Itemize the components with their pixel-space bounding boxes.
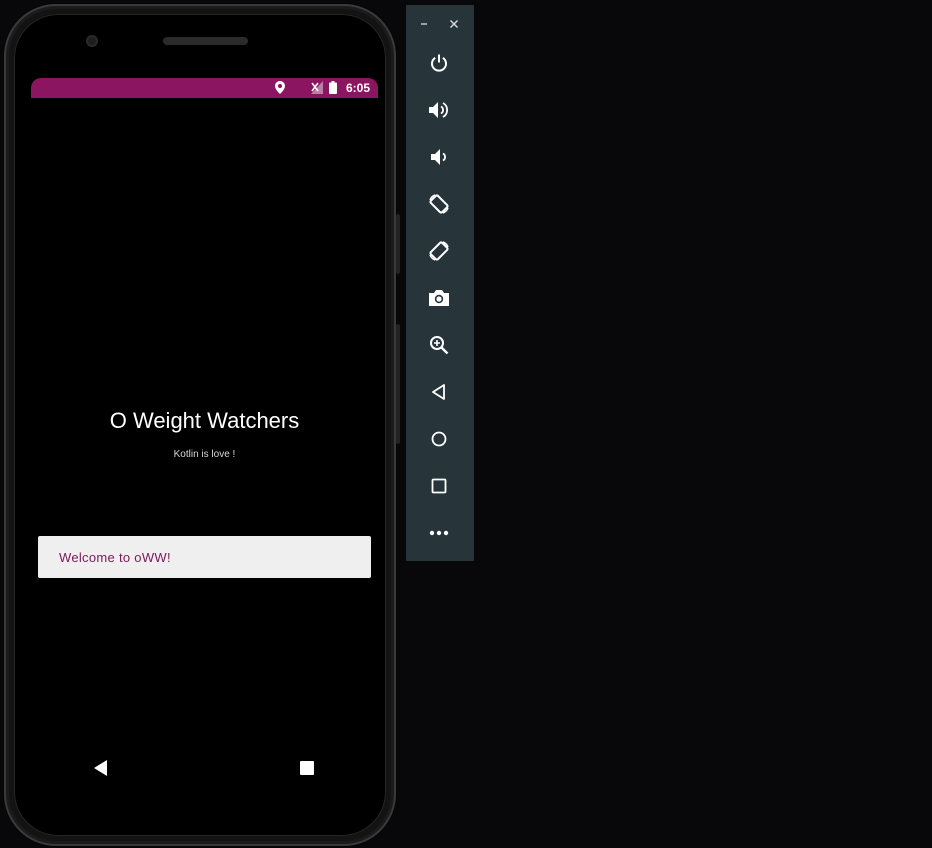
device-screen: 6:05 O Weight Watchers Kotlin is love ! …: [31, 78, 378, 800]
back-icon: [94, 760, 108, 776]
status-time: 6:05: [345, 81, 370, 95]
welcome-button[interactable]: Welcome to oWW!: [38, 536, 371, 578]
volume-up-button[interactable]: [426, 97, 452, 123]
desktop-background: 6:05 O Weight Watchers Kotlin is love ! …: [0, 0, 932, 848]
location-icon: [275, 81, 285, 94]
nav-recents-button[interactable]: [297, 758, 317, 778]
camera-icon: [428, 288, 450, 308]
screenshot-button[interactable]: [426, 285, 452, 311]
recents-icon: [300, 761, 314, 775]
minimize-icon: [419, 19, 429, 29]
home-button[interactable]: [426, 426, 452, 452]
rotate-left-button[interactable]: [426, 191, 452, 217]
battery-icon: [329, 81, 337, 94]
app-subtitle: Kotlin is love !: [173, 449, 236, 460]
more-button[interactable]: [426, 520, 452, 546]
earpiece-speaker: [163, 37, 248, 45]
status-bar: 6:05: [31, 78, 378, 98]
power-button[interactable]: [426, 50, 452, 76]
rotate-right-button[interactable]: [426, 238, 452, 264]
rotate-right-icon: [428, 240, 450, 262]
navigation-bar: [31, 744, 378, 792]
emulator-toolbar: [406, 5, 474, 561]
back-icon: [431, 383, 447, 401]
overview-icon: [430, 477, 448, 495]
zoom-icon: [429, 335, 449, 355]
back-button[interactable]: [426, 379, 452, 405]
zoom-button[interactable]: [426, 332, 452, 358]
minimize-button[interactable]: [414, 14, 434, 34]
rotate-left-icon: [428, 193, 450, 215]
overview-button[interactable]: [426, 473, 452, 499]
home-icon: [430, 430, 448, 448]
volume-up-icon: [428, 100, 450, 120]
close-icon: [449, 19, 459, 29]
device-volume-key[interactable]: [396, 324, 400, 444]
nav-back-button[interactable]: [91, 758, 111, 778]
more-icon: [429, 530, 449, 536]
volume-down-button[interactable]: [426, 144, 452, 170]
device-power-key[interactable]: [396, 214, 400, 274]
volume-down-icon: [430, 147, 448, 167]
front-camera: [86, 35, 98, 47]
no-signal-icon: [311, 81, 323, 94]
app-title: O Weight Watchers: [109, 408, 300, 433]
power-icon: [429, 53, 449, 73]
close-button[interactable]: [444, 14, 464, 34]
emulator-device-frame: 6:05 O Weight Watchers Kotlin is love ! …: [4, 4, 400, 846]
